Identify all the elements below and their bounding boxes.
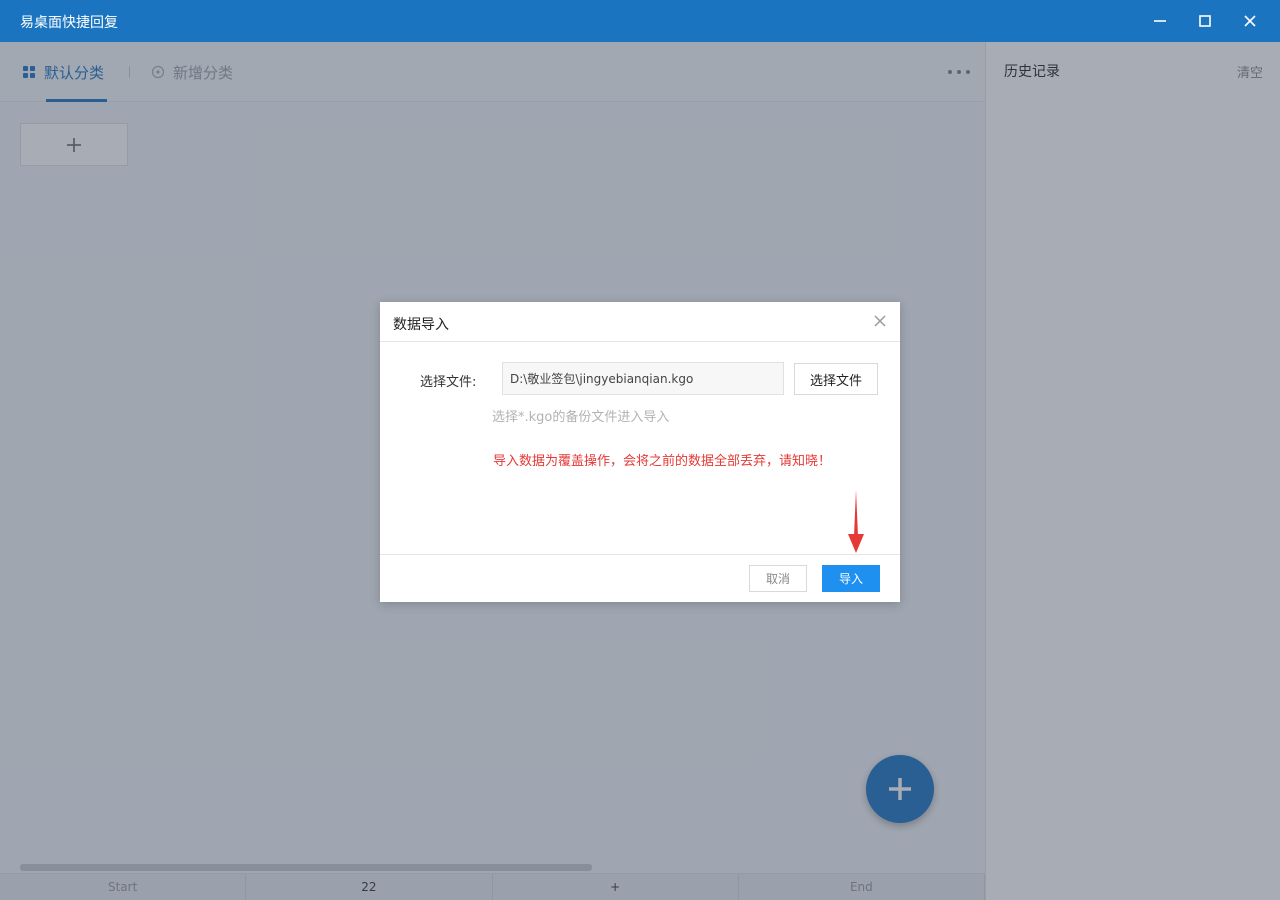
minimize-icon <box>1154 20 1166 22</box>
cancel-button[interactable]: 取消 <box>749 565 807 592</box>
close-icon <box>874 315 886 327</box>
overwrite-warning: 导入数据为覆盖操作，会将之前的数据全部丢弃，请知晓！ <box>493 454 832 469</box>
dialog-title: 数据导入 <box>393 317 449 333</box>
close-icon <box>1244 15 1256 27</box>
close-button[interactable] <box>1238 9 1262 33</box>
dialog-footer: 取消 导入 <box>380 554 900 602</box>
import-dialog: 数据导入 选择文件: 选择文件 选择*.kgo的备份文件进入导入 导入数据为覆盖… <box>380 302 900 602</box>
maximize-icon <box>1199 15 1211 27</box>
maximize-button[interactable] <box>1193 9 1217 33</box>
import-button[interactable]: 导入 <box>822 565 880 592</box>
choose-file-button[interactable]: 选择文件 <box>794 363 878 395</box>
dialog-close-button[interactable] <box>872 313 888 329</box>
minimize-button[interactable] <box>1148 9 1172 33</box>
red-arrow-annotation <box>848 490 864 553</box>
dialog-header: 数据导入 <box>380 302 900 342</box>
window-title: 易桌面快捷回复 <box>20 15 118 31</box>
file-path-input[interactable] <box>502 362 784 395</box>
title-bar: 易桌面快捷回复 <box>0 0 1280 42</box>
file-label: 选择文件: <box>420 375 477 390</box>
file-hint-text: 选择*.kgo的备份文件进入导入 <box>492 410 670 425</box>
